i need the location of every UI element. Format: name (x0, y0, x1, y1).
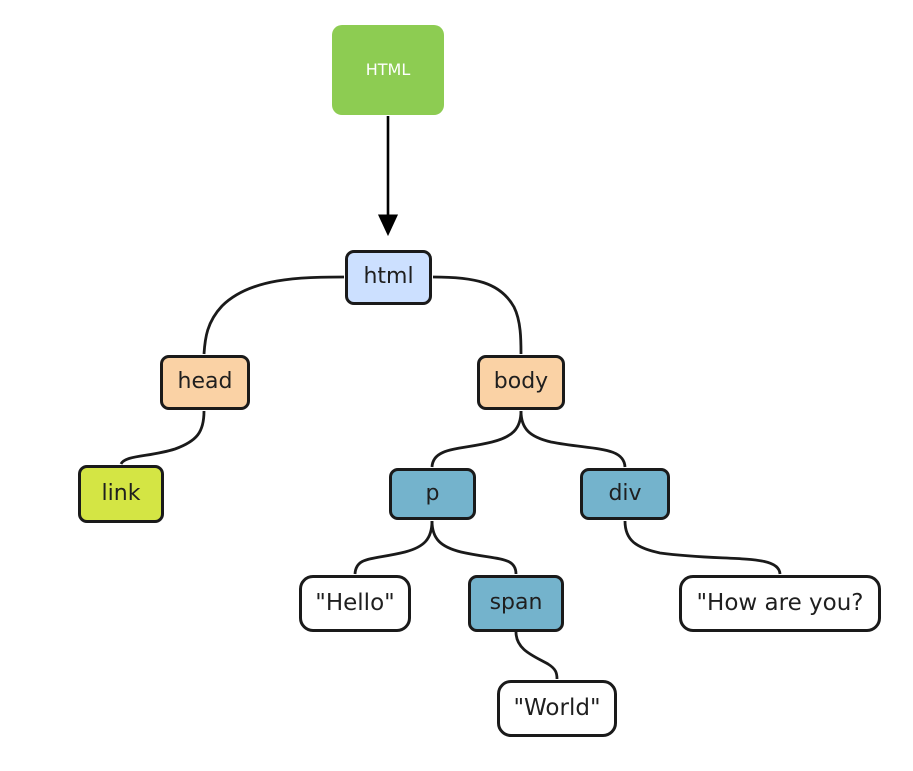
node-link[interactable]: link (78, 465, 164, 523)
node-label: html (363, 264, 414, 290)
edge-p-span (430, 520, 518, 575)
diagram-canvas: HTML html head body link p div "Hello" s… (0, 0, 913, 771)
node-html-element[interactable]: html (345, 250, 432, 305)
node-label: p (425, 480, 440, 506)
node-label: HTML (365, 60, 411, 80)
node-body[interactable]: body (477, 355, 565, 410)
edge-html-head (202, 275, 345, 355)
node-span[interactable]: span (468, 575, 564, 632)
edge-p-hello (353, 520, 434, 575)
node-label: head (177, 369, 233, 395)
node-p[interactable]: p (389, 468, 476, 520)
node-text-how-are-you[interactable]: "How are you? (679, 575, 881, 632)
edge-body-div (519, 410, 627, 468)
node-label: "How are you? (696, 589, 864, 616)
edge-head-link (119, 410, 206, 465)
node-div[interactable]: div (580, 468, 670, 520)
node-label: span (489, 590, 543, 616)
edge-span-world (514, 631, 559, 680)
edge-html-body (432, 275, 523, 355)
node-label: "Hello" (315, 589, 395, 616)
edge-body-p (430, 410, 523, 468)
edge-layer (119, 116, 782, 680)
node-head[interactable]: head (160, 355, 250, 410)
node-label: body (493, 369, 549, 395)
node-text-hello[interactable]: "Hello" (299, 575, 411, 632)
node-label: "World" (513, 694, 601, 721)
edge-div-how (623, 520, 782, 575)
node-label: link (101, 480, 141, 506)
node-label: div (608, 480, 642, 506)
node-text-world[interactable]: "World" (497, 680, 617, 737)
node-html-root[interactable]: HTML (332, 25, 444, 115)
